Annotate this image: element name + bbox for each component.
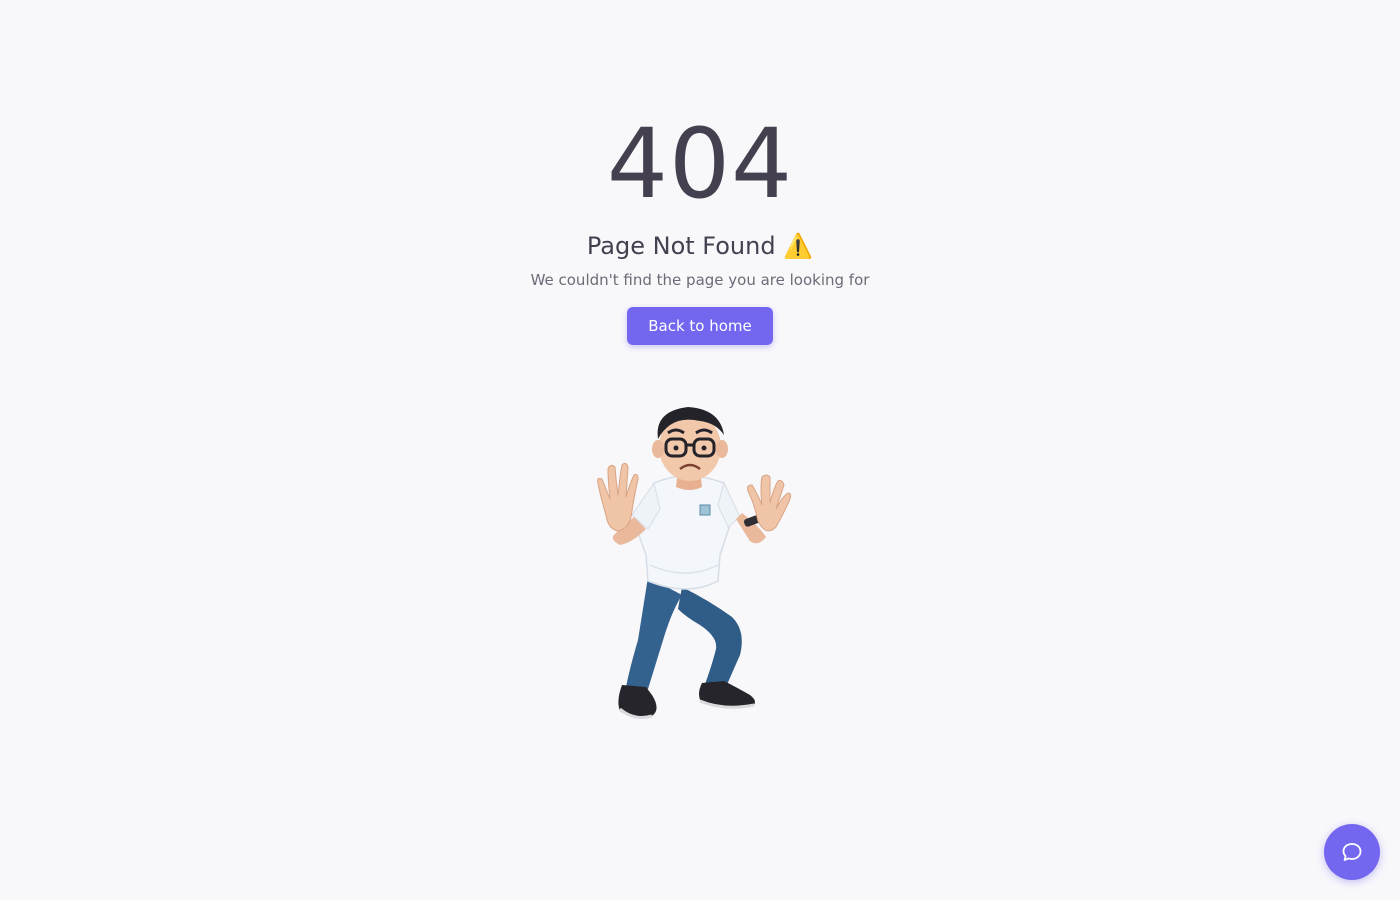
error-page: 404 Page Not Found ⚠️ We couldn't find t… [0,0,1400,735]
chat-button[interactable] [1324,824,1380,880]
page-title: Page Not Found ⚠️ [586,232,814,260]
back-to-home-button[interactable]: Back to home [627,307,773,345]
error-code: 404 [606,108,794,220]
error-message: We couldn't find the page you are lookin… [530,271,870,289]
confused-man-illustration [597,407,792,719]
chat-bubble-icon [1342,843,1362,861]
